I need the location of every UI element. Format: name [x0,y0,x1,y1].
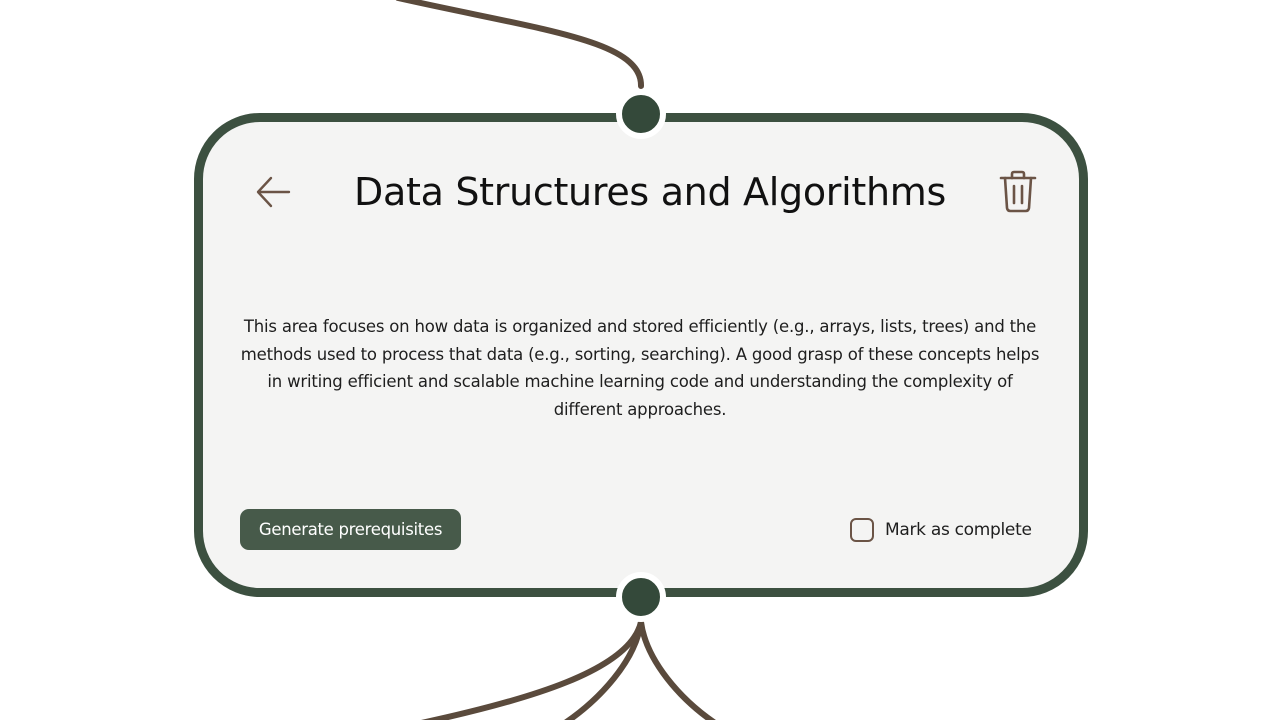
mark-complete-label: Mark as complete [885,520,1032,540]
graph-canvas[interactable]: Data Structures and Algorithms This area… [0,0,1280,720]
mark-complete-control[interactable]: Mark as complete [850,515,1032,545]
arrow-left-icon [256,176,291,208]
edge-outgoing-middle [563,619,644,720]
node-input-connector[interactable] [616,89,666,139]
edge-outgoing-left [420,619,644,720]
trash-icon [999,170,1037,213]
back-button[interactable] [252,171,294,213]
node-output-connector[interactable] [616,572,666,622]
generate-prerequisites-button[interactable]: Generate prerequisites [240,509,461,550]
mark-complete-checkbox[interactable] [850,518,874,542]
delete-button[interactable] [994,168,1042,216]
node-title: Data Structures and Algorithms [354,170,946,214]
edge-incoming [395,0,645,89]
edge-outgoing-right [638,619,717,720]
node-description: This area focuses on how data is organiz… [240,317,1040,419]
